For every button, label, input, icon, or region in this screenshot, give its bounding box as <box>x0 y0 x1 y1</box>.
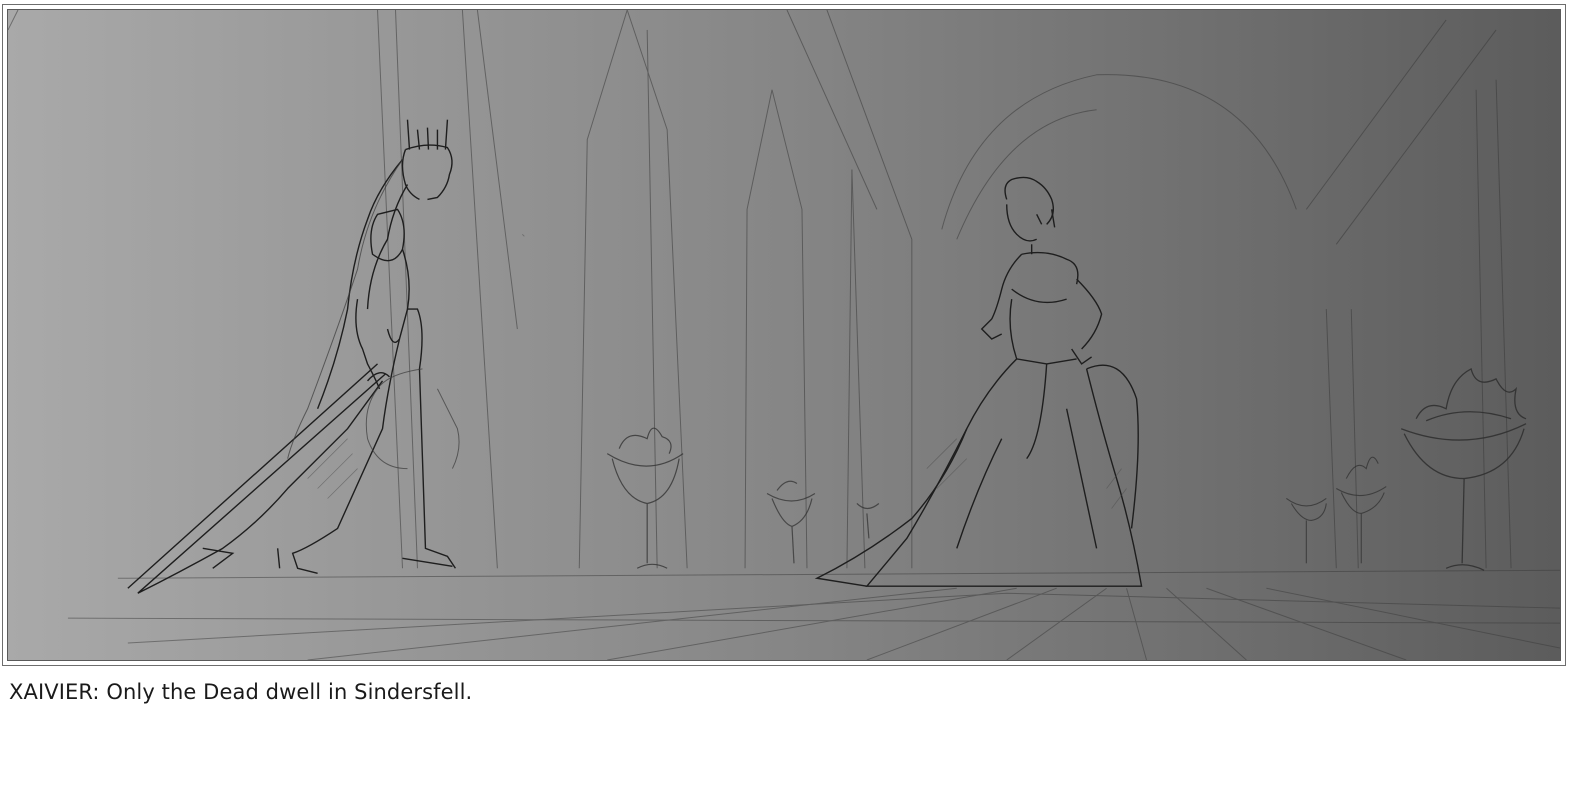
storyboard-caption: XAIVIER: Only the Dead dwell in Sindersf… <box>9 680 473 704</box>
storyboard-panel <box>7 9 1561 661</box>
sketch-drawing <box>8 10 1560 660</box>
storyboard-panel-frame <box>2 4 1566 666</box>
storyboard-page: XAIVIER: Only the Dead dwell in Sindersf… <box>0 0 1582 800</box>
